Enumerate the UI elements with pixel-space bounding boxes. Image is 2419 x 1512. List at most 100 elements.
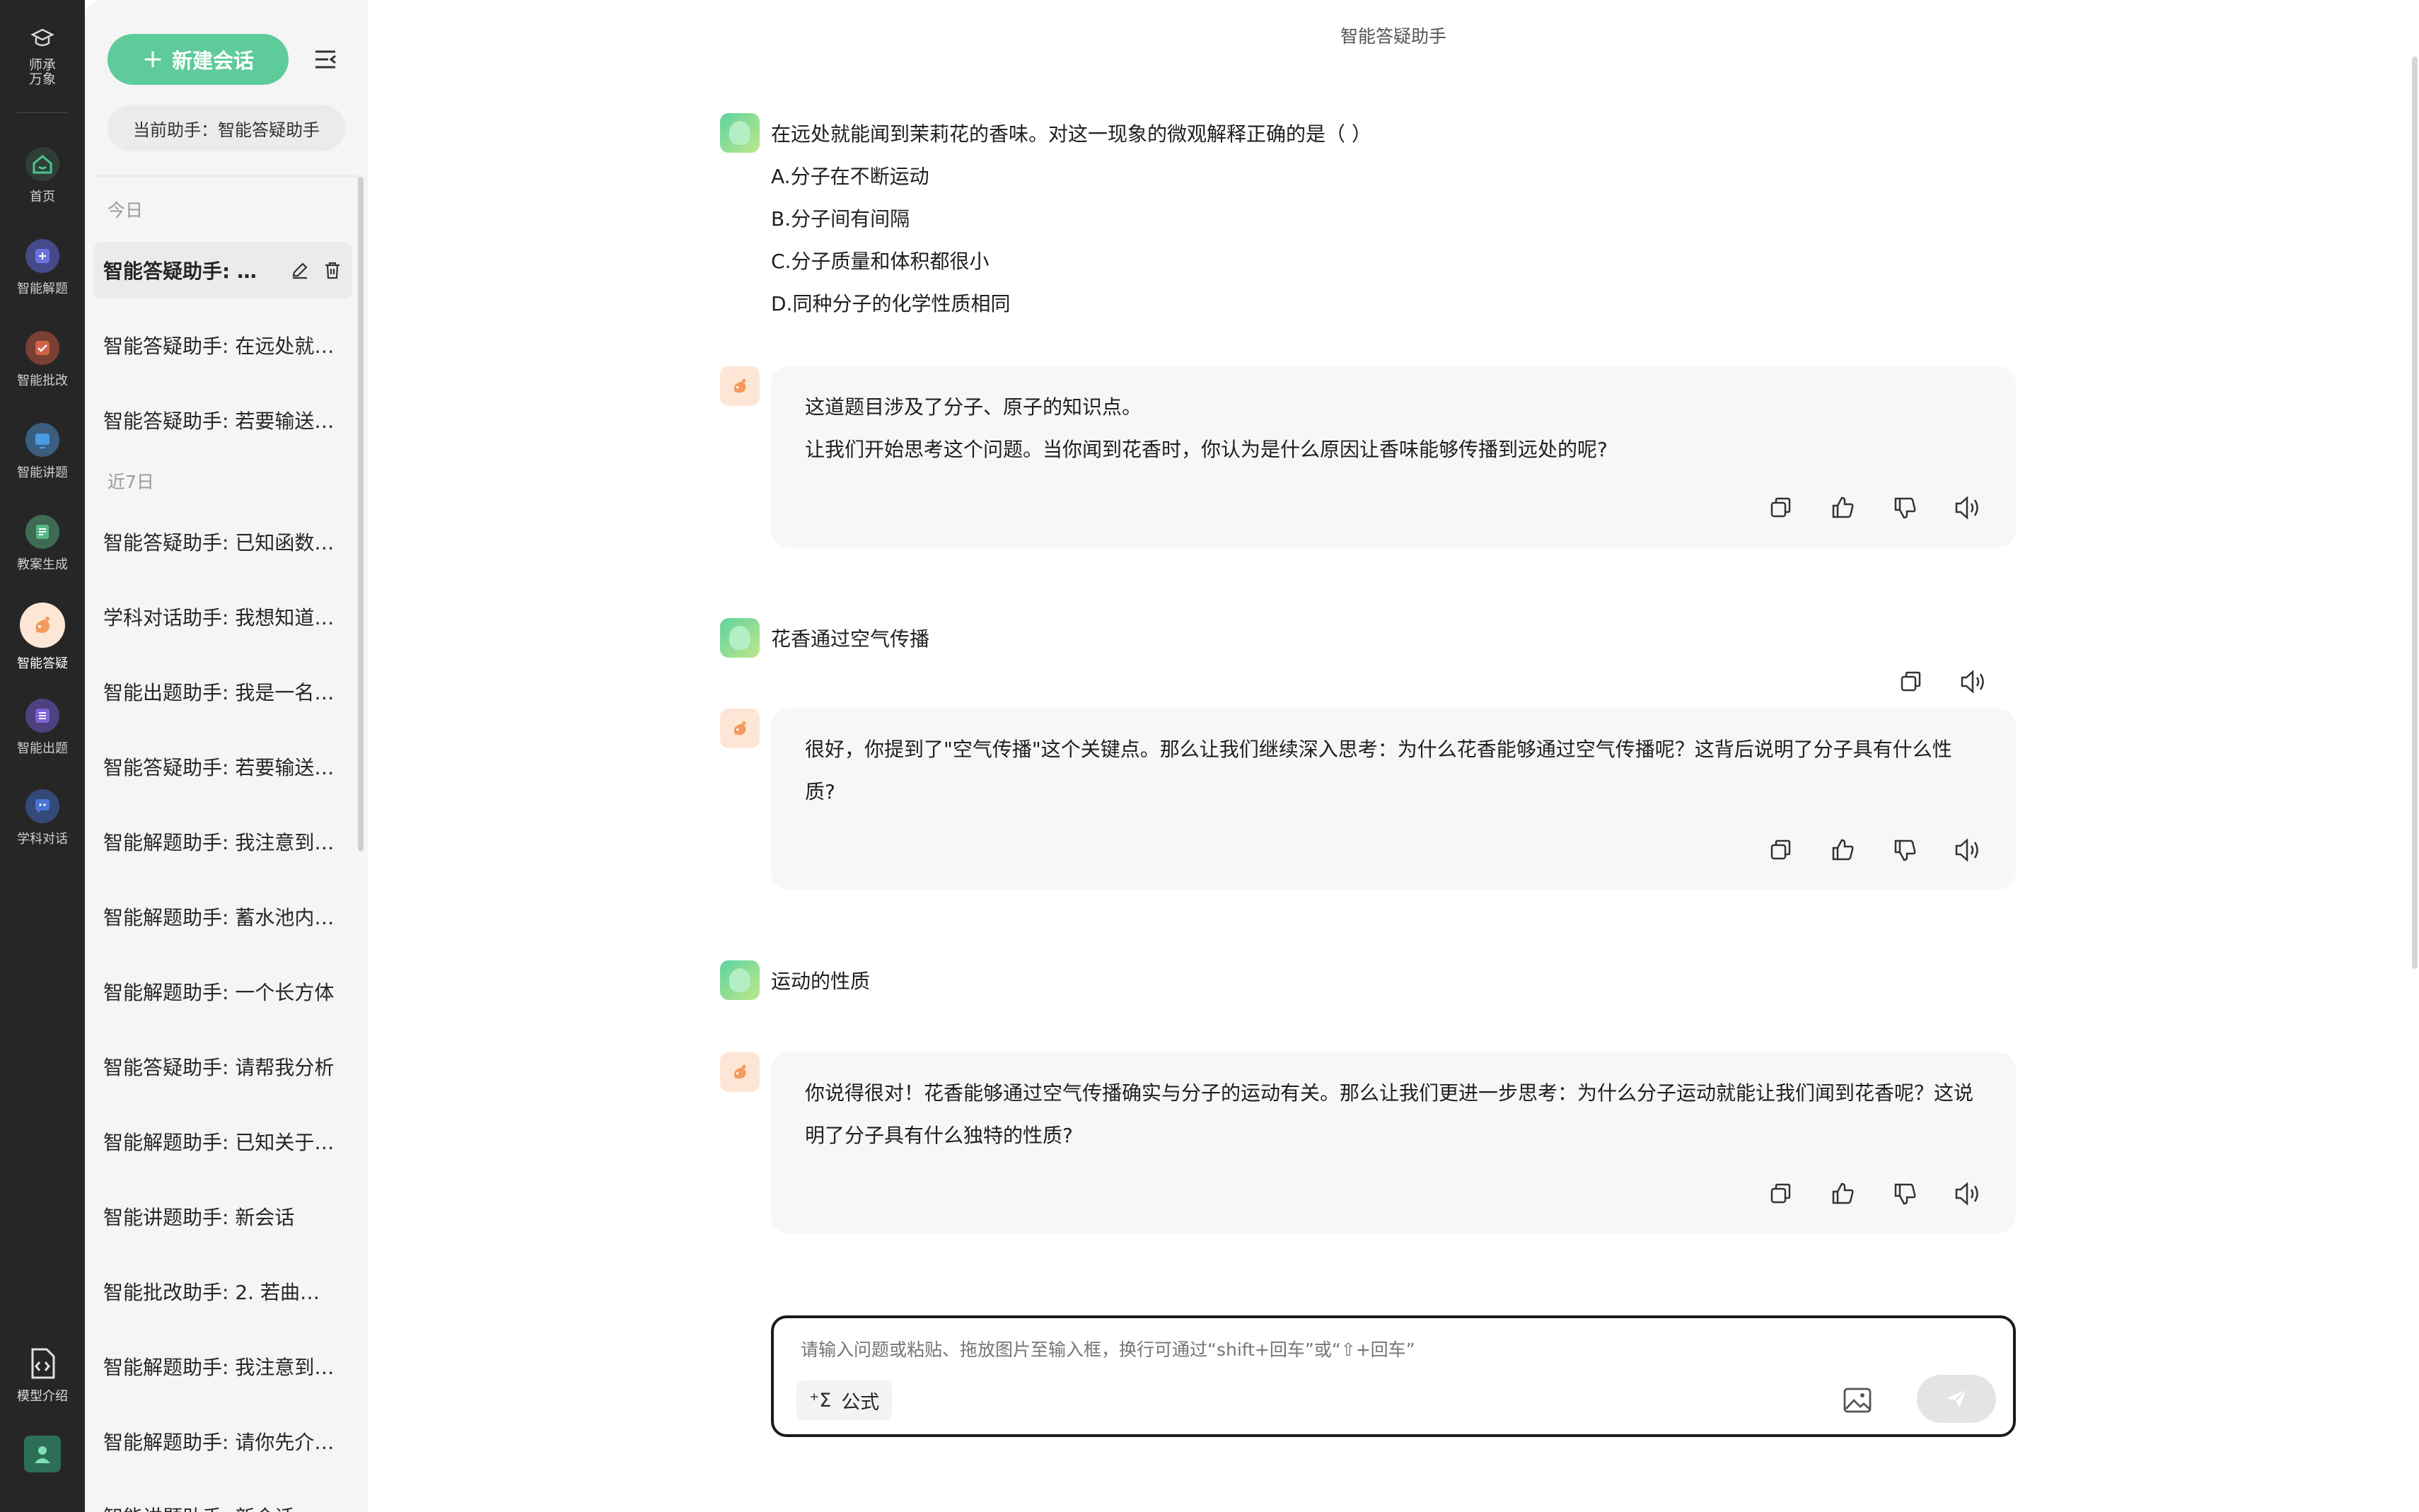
person-icon	[35, 1446, 50, 1463]
solve-icon	[25, 239, 59, 273]
conversation-title: 学科对话助手: 我想知道关于	[103, 606, 337, 629]
rail-item-question-gen[interactable]: 智能出题	[0, 699, 85, 757]
thumbs-up-icon[interactable]	[1829, 494, 1857, 522]
user-avatar-icon	[720, 113, 760, 153]
delete-icon[interactable]	[323, 260, 342, 285]
message-line: 你说得很对！花香能够通过空气传播确实与分子的运动有关。那么让我们更进一步思考：为…	[805, 1081, 1974, 1105]
user-avatar-icon	[720, 960, 760, 1000]
conversation-title: 智能答疑助手: 在远处就能闻到茉莉花的香味	[103, 260, 259, 283]
message-line: 运动的性质	[771, 970, 871, 993]
sidebar-scrollbar[interactable]	[358, 177, 364, 851]
conversation-item[interactable]: 智能讲题助手: 新会话	[93, 1188, 352, 1245]
chat-scrollbar[interactable]	[2412, 57, 2418, 969]
conversation-item[interactable]: 智能解题助手: 蓄水池内有水	[93, 888, 352, 945]
conversation-title: 智能答疑助手: 若要输送电能	[103, 756, 337, 779]
conversation-item[interactable]: 智能答疑助手: 在远处就能闻到茉莉花的香味	[93, 242, 352, 298]
speaker-icon[interactable]	[1954, 836, 1982, 864]
conversation-title: 智能解题助手: 请你先介绍一下	[103, 1431, 337, 1454]
group-label-last-7-days: 近7日	[108, 472, 154, 492]
send-button[interactable]	[1917, 1375, 1996, 1423]
rail-item-solve[interactable]: 智能解题	[0, 239, 85, 297]
formula-label: 公式	[841, 1391, 880, 1414]
home-icon	[25, 147, 59, 181]
conversation-title: 智能批改助手: 2. 若曲线方程	[103, 1281, 337, 1304]
conversation-item[interactable]: 智能解题助手: 我注意到一个问题	[93, 1338, 352, 1395]
conversation-item[interactable]: 智能解题助手: 请你先介绍一下	[93, 1413, 352, 1470]
thumbs-down-icon[interactable]	[1891, 836, 1920, 864]
conversation-item[interactable]: 智能批改助手: 2. 若曲线方程	[93, 1263, 352, 1320]
rail-item-lecture[interactable]: 智能讲题	[0, 423, 85, 481]
lesson-plan-icon	[25, 515, 59, 549]
plus-icon: +	[141, 45, 164, 74]
speaker-icon[interactable]	[1954, 1180, 1982, 1208]
upload-image-button[interactable]	[1842, 1385, 1873, 1416]
message-composer: ⁺Σ 公式	[771, 1315, 2016, 1437]
message-line: B.分子间有间隔	[771, 207, 910, 231]
message-input[interactable]	[801, 1339, 1932, 1360]
current-assistant-badge[interactable]: 当前助手：智能答疑助手	[108, 105, 345, 151]
message-line: 这道题目涉及了分子、原子的知识点。	[805, 395, 1142, 419]
copy-icon[interactable]	[1897, 668, 1925, 696]
conversation-title: 智能解题助手: 一个长方体	[103, 981, 335, 1004]
rail-item-lesson-plan[interactable]: 教案生成	[0, 515, 85, 573]
page-title: 智能答疑助手	[1340, 26, 1446, 47]
assistant-avatar-icon	[720, 366, 760, 406]
thumbs-up-icon[interactable]	[1829, 836, 1857, 864]
thumbs-down-icon[interactable]	[1891, 1180, 1920, 1208]
rail-divider	[17, 112, 68, 113]
rail-item-grading[interactable]: 智能批改	[0, 331, 85, 389]
user-avatar[interactable]	[24, 1436, 61, 1472]
conversation-title: 智能解题助手: 我注意到一个问题	[103, 831, 337, 854]
conversation-title: 智能解题助手: 蓄水池内有水	[103, 906, 337, 929]
conversation-item[interactable]: 智能答疑助手: 若要输送电能	[93, 392, 352, 448]
thumbs-down-icon[interactable]	[1891, 494, 1920, 522]
conversation-item[interactable]: 智能解题助手: 已知关于x的方程	[93, 1113, 352, 1170]
copy-icon[interactable]	[1767, 494, 1795, 522]
message-line: 让我们开始思考这个问题。当你闻到花香时，你认为是什么原因让香味能够传播到远处的呢…	[805, 438, 1608, 461]
conversation-item[interactable]: 智能出题助手: 我是一名老师	[93, 663, 352, 720]
message-line: 花香通过空气传播	[771, 627, 930, 651]
copy-icon[interactable]	[1767, 1180, 1795, 1208]
message-line: 质?	[805, 780, 835, 803]
speaker-icon[interactable]	[1959, 668, 1988, 696]
rail-item-label: 智能讲题	[17, 465, 68, 480]
rail-item-subject-chat[interactable]: 学科对话	[0, 789, 85, 847]
message-line: 在远处就能闻到茉莉花的香味。对这一现象的微观解释正确的是（ ）	[771, 122, 1371, 146]
rail-item-label: 首页	[30, 190, 55, 204]
conversation-item[interactable]: 智能讲题助手: 新会话	[93, 1488, 352, 1512]
user-message: 在远处就能闻到茉莉花的香味。对这一现象的微观解释正确的是（ ） A.分子在不断运…	[771, 113, 1371, 325]
conversation-item[interactable]: 智能答疑助手: 请帮我分析	[93, 1038, 352, 1095]
rail-item-qa[interactable]: 智能答疑	[0, 603, 85, 672]
speaker-icon[interactable]	[1954, 494, 1982, 522]
conversation-item[interactable]: 智能解题助手: 我注意到一个问题	[93, 813, 352, 870]
collapse-sidebar-button[interactable]	[313, 47, 338, 72]
conversation-item[interactable]: 智能答疑助手: 若要输送电能	[93, 738, 352, 795]
conversation-item[interactable]: 智能答疑助手: 已知函数 f(x)	[93, 513, 352, 570]
conversation-title: 智能答疑助手: 在远处就能闻到茉莉花的香味	[103, 335, 337, 358]
user-message: 花香通过空气传播	[771, 618, 929, 661]
assistant-message: 很好，你提到了"空气传播"这个关键点。那么让我们继续深入思考：为什么花香能够通过…	[771, 709, 2016, 890]
conversation-item[interactable]: 智能解题助手: 一个长方体	[93, 963, 352, 1020]
rail-item-label: 智能批改	[17, 373, 68, 388]
conversation-item[interactable]: 智能答疑助手: 在远处就能闻到茉莉花的香味	[93, 317, 352, 373]
conversation-item[interactable]: 学科对话助手: 我想知道关于	[93, 588, 352, 645]
new-chat-button[interactable]: + 新建会话	[108, 34, 289, 85]
copy-icon[interactable]	[1767, 836, 1795, 864]
rail-item-model-intro[interactable]: 模型介绍	[0, 1347, 85, 1405]
app-logo[interactable]: 师承 万象	[0, 25, 85, 86]
app-rail: 师承 万象 首页 智能解题 智能批改 智能讲题 教案生成 智能答疑 智能出题 学…	[0, 0, 85, 1512]
message-line: A.分子在不断运动	[771, 165, 929, 188]
message-line: C.分子质量和体积都很小	[771, 250, 990, 273]
image-icon	[1843, 1388, 1872, 1413]
send-icon	[1947, 1389, 1967, 1408]
rail-item-home[interactable]: 首页	[0, 147, 85, 205]
thumbs-up-icon[interactable]	[1829, 1180, 1857, 1208]
assistant-avatar-icon	[720, 709, 760, 748]
user-message-tools	[1897, 668, 1988, 696]
group-label-today: 今日	[108, 200, 144, 221]
formula-button[interactable]: ⁺Σ 公式	[796, 1380, 893, 1420]
conversation-title: 智能讲题助手: 新会话	[103, 1502, 294, 1512]
conversation-title: 智能讲题助手: 新会话	[103, 1206, 295, 1229]
conversation-title: 智能答疑助手: 请帮我分析	[103, 1056, 335, 1079]
edit-icon[interactable]	[290, 260, 310, 285]
